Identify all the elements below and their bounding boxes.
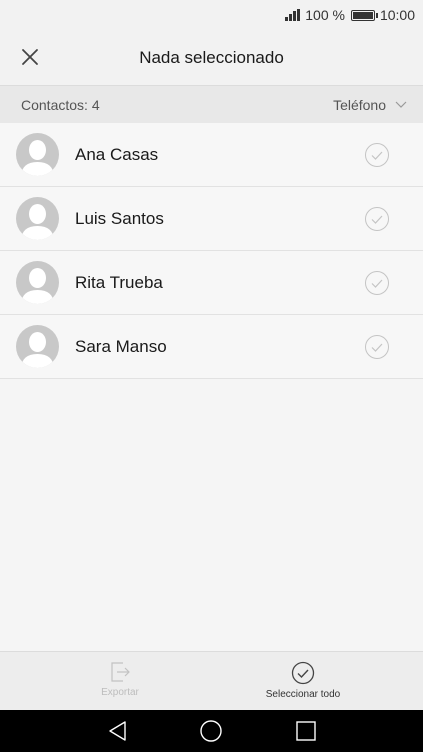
export-button[interactable]: Exportar <box>60 652 180 711</box>
contacts-filter-bar: Contactos: 4 Teléfono <box>0 85 423 123</box>
export-label: Exportar <box>101 687 139 698</box>
battery-percentage: 100 % <box>305 7 345 23</box>
select-all-icon <box>291 661 315 685</box>
contact-row[interactable]: Rita Trueba <box>0 251 423 315</box>
contacts-count: Contactos: 4 <box>21 96 100 113</box>
check-circle-icon[interactable] <box>364 142 390 168</box>
chevron-down-icon <box>395 101 407 108</box>
bottom-action-bar: Exportar Seleccionar todo <box>0 651 423 710</box>
page-title: Nada seleccionado <box>139 47 284 67</box>
clock: 10:00 <box>379 7 415 23</box>
contact-name: Luis Santos <box>75 208 164 228</box>
check-circle-icon[interactable] <box>364 206 390 232</box>
close-icon[interactable] <box>20 47 40 67</box>
top-app-bar: Nada seleccionado <box>0 30 423 85</box>
export-icon <box>111 662 130 682</box>
person-avatar-icon <box>16 325 59 368</box>
contact-name: Ana Casas <box>75 144 159 164</box>
select-all-button[interactable]: Seleccionar todo <box>243 652 363 711</box>
contact-name: Sara Manso <box>75 336 167 356</box>
contact-row[interactable]: Sara Manso <box>0 315 423 379</box>
check-circle-icon[interactable] <box>364 270 390 296</box>
home-circle-icon[interactable] <box>199 719 223 743</box>
battery-icon <box>350 9 378 21</box>
person-avatar-icon <box>16 197 59 240</box>
person-avatar-icon <box>16 133 59 176</box>
source-filter-label: Teléfono <box>333 96 386 113</box>
signal-icon <box>285 9 301 21</box>
recents-square-icon[interactable] <box>294 719 318 743</box>
back-triangle-icon[interactable] <box>106 719 130 743</box>
contact-row[interactable]: Luis Santos <box>0 187 423 251</box>
status-bar: 100 % 10:00 <box>0 0 423 30</box>
select-all-label: Seleccionar todo <box>265 689 341 700</box>
contact-name: Rita Trueba <box>75 272 163 292</box>
person-avatar-icon <box>16 261 59 304</box>
source-filter-dropdown[interactable]: Teléfono <box>333 97 407 113</box>
system-nav-bar <box>0 710 423 752</box>
contact-list: Ana Casas Luis Santos Rita Trueba Sara M… <box>0 123 423 379</box>
contact-row[interactable]: Ana Casas <box>0 123 423 187</box>
check-circle-icon[interactable] <box>364 334 390 360</box>
